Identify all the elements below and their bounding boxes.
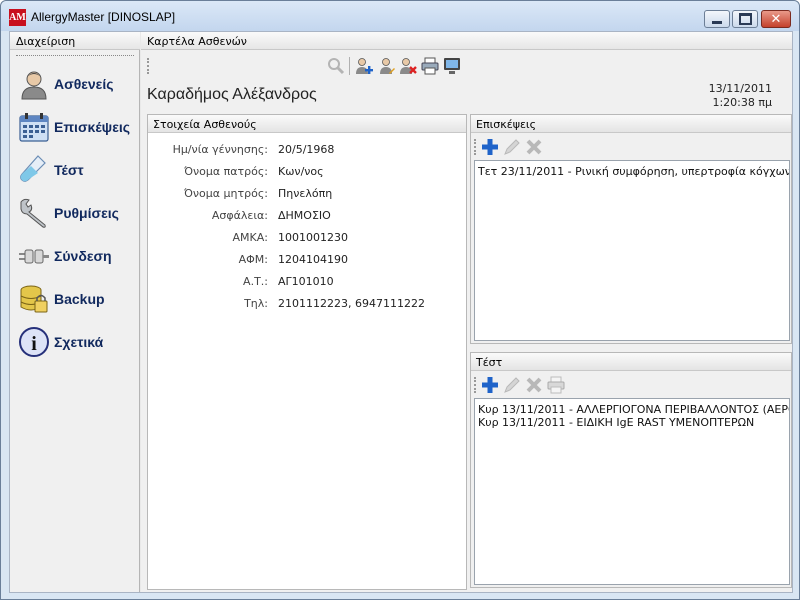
tests-toolbar [473,374,789,396]
sidebar-item-backup[interactable]: Backup [10,279,140,319]
app-window: AM AllergyMaster [DINOSLAP] ✕ Διαχείριση… [0,0,800,600]
tests-header: Τέστ [471,353,791,371]
sidebar-item-about[interactable]: i Σχετικά [10,322,140,362]
sidebar-item-label: Τέστ [54,162,84,178]
info-label: Όνομα μητρός: [183,187,268,200]
patient-info-header: Στοιχεία Ασθενούς [148,115,466,133]
visits-panel: Επισκέψεις Τετ 23/11/2011 - Ρινική συμφό… [470,114,792,344]
wrench-icon [20,198,46,228]
client-area: Διαχείριση Ασθενείς Επισκέψεις Τέστ Ρυθμ… [9,31,793,593]
minimize-button[interactable] [704,10,730,28]
sidebar-item-label: Σχετικά [54,334,104,350]
sidebar-item-label: Επισκέψεις [54,119,131,135]
delete-patient-icon[interactable] [399,57,417,75]
patient-toolbar [145,54,788,78]
list-item[interactable]: Τετ 23/11/2011 - Ρινική συμφόρηση, υπερτ… [478,165,789,178]
sidebar: Διαχείριση Ασθενείς Επισκέψεις Τέστ Ρυθμ… [10,32,140,592]
visits-list[interactable]: Τετ 23/11/2011 - Ρινική συμφόρηση, υπερτ… [474,160,790,341]
edit-test-icon[interactable] [503,376,521,394]
info-value: Πηνελόπη [278,187,333,200]
svg-text:i: i [31,333,37,355]
info-row-afm: ΑΦΜ: 1204104190 [148,249,468,271]
print-icon[interactable] [421,57,439,75]
patient-info-panel: Στοιχεία Ασθενούς Ημ/νία γέννησης: 20/5/… [147,114,467,590]
info-label: ΑΦΜ: [238,253,268,266]
plug-icon [19,249,49,264]
info-label: Ημ/νία γέννησης: [172,143,268,156]
visits-header: Επισκέψεις [471,115,791,133]
sidebar-item-patients[interactable]: Ασθενείς [10,64,140,104]
info-label: Τηλ: [244,297,268,310]
sidebar-item-settings[interactable]: Ρυθμίσεις [10,193,140,233]
sidebar-item-label: Ρυθμίσεις [54,205,119,221]
info-label: Ασφάλεια: [211,209,268,222]
date-time: 13/11/2011 1:20:38 πμ [709,82,772,110]
info-value: ΑΓ101010 [278,275,334,288]
database-lock-icon [20,285,48,313]
info-value: 20/5/1968 [278,143,335,156]
patient-card: Καρτέλα Ασθενών Καραδήμος Αλέξανδρος 13/… [141,32,792,592]
info-value: ΔΗΜΟΣΙΟ [278,209,331,222]
search-icon[interactable] [327,57,345,75]
edit-visit-icon[interactable] [503,138,521,156]
tests-list[interactable]: Κυρ 13/11/2011 - ΑΛΛΕΡΓΙΟΓΟΝΑ ΠΕΡΙΒΑΛΛΟΝ… [474,398,790,585]
info-row-phone: Τηλ: 2101112223, 6947111222 [148,293,468,315]
sidebar-item-tests[interactable]: Τέστ [10,150,140,190]
list-item[interactable]: Κυρ 13/11/2011 - ΕΙΔΙΚΗ IgE RAST ΥΜΕΝΟΠΤ… [478,416,754,429]
info-row-birthdate: Ημ/νία γέννησης: 20/5/1968 [148,139,468,161]
sidebar-item-label: Ασθενείς [54,76,114,92]
current-date: 13/11/2011 [708,82,772,95]
add-visit-icon[interactable] [481,138,499,156]
delete-visit-icon[interactable] [525,138,543,156]
info-row-amka: ΑΜΚΑ: 1001001230 [148,227,468,249]
info-row-father: Όνομα πατρός: Κων/νος [148,161,468,183]
info-label: ΑΜΚΑ: [232,231,268,244]
info-row-id-card: Α.Τ.: ΑΓ101010 [148,271,468,293]
info-label: Α.Τ.: [243,275,268,288]
person-icon [21,71,47,100]
print-test-icon[interactable] [547,376,565,394]
info-value: 1001001230 [278,231,348,244]
add-test-icon[interactable] [481,376,499,394]
info-row-insurance: Ασφάλεια: ΔΗΜΟΣΙΟ [148,205,468,227]
monitor-icon[interactable] [443,57,461,75]
sidebar-item-connection[interactable]: Σύνδεση [10,236,140,276]
title-bar[interactable]: AM AllergyMaster [DINOSLAP] ✕ [1,1,799,31]
sidebar-divider [16,55,134,56]
calendar-icon [19,113,49,142]
delete-test-icon[interactable] [525,376,543,394]
sidebar-item-label: Backup [54,291,105,307]
patient-name: Καραδήμος Αλέξανδρος [147,86,317,103]
sidebar-item-label: Σύνδεση [54,248,112,264]
toolbar-separator [349,57,350,75]
current-time: 1:20:38 πμ [712,96,772,109]
info-label: Όνομα πατρός: [184,165,268,178]
tests-panel: Τέστ Κυρ 13/11/2011 - ΑΛΛΕΡΓΙΟΓΟΝΑ ΠΕΡΙΒ… [470,352,792,588]
sidebar-item-visits[interactable]: Επισκέψεις [10,107,140,147]
info-icon: i [19,327,49,357]
edit-patient-icon[interactable] [377,57,395,75]
toolbar-grip[interactable] [147,58,150,74]
sidebar-header: Διαχείριση [10,32,140,50]
maximize-button[interactable] [732,10,758,28]
info-value: 2101112223, 6947111222 [278,297,425,310]
toolbar-grip[interactable] [474,377,477,393]
toolbar-grip[interactable] [474,139,477,155]
list-item[interactable]: Κυρ 13/11/2011 - ΑΛΛΕΡΓΙΟΓΟΝΑ ΠΕΡΙΒΑΛΛΟΝ… [478,403,789,416]
info-value: 1204104190 [278,253,348,266]
window-title: AllergyMaster [DINOSLAP] [31,10,176,24]
test-tube-icon [20,155,46,182]
close-button[interactable]: ✕ [761,10,791,28]
add-patient-icon[interactable] [355,57,373,75]
close-icon: ✕ [770,11,782,27]
visits-toolbar [473,136,789,158]
maximize-icon [733,11,757,27]
main-header: Καρτέλα Ασθενών [141,32,792,50]
app-logo-icon: AM [9,9,26,26]
info-value: Κων/νος [278,165,324,178]
info-row-mother: Όνομα μητρός: Πηνελόπη [148,183,468,205]
minimize-icon [705,11,729,27]
